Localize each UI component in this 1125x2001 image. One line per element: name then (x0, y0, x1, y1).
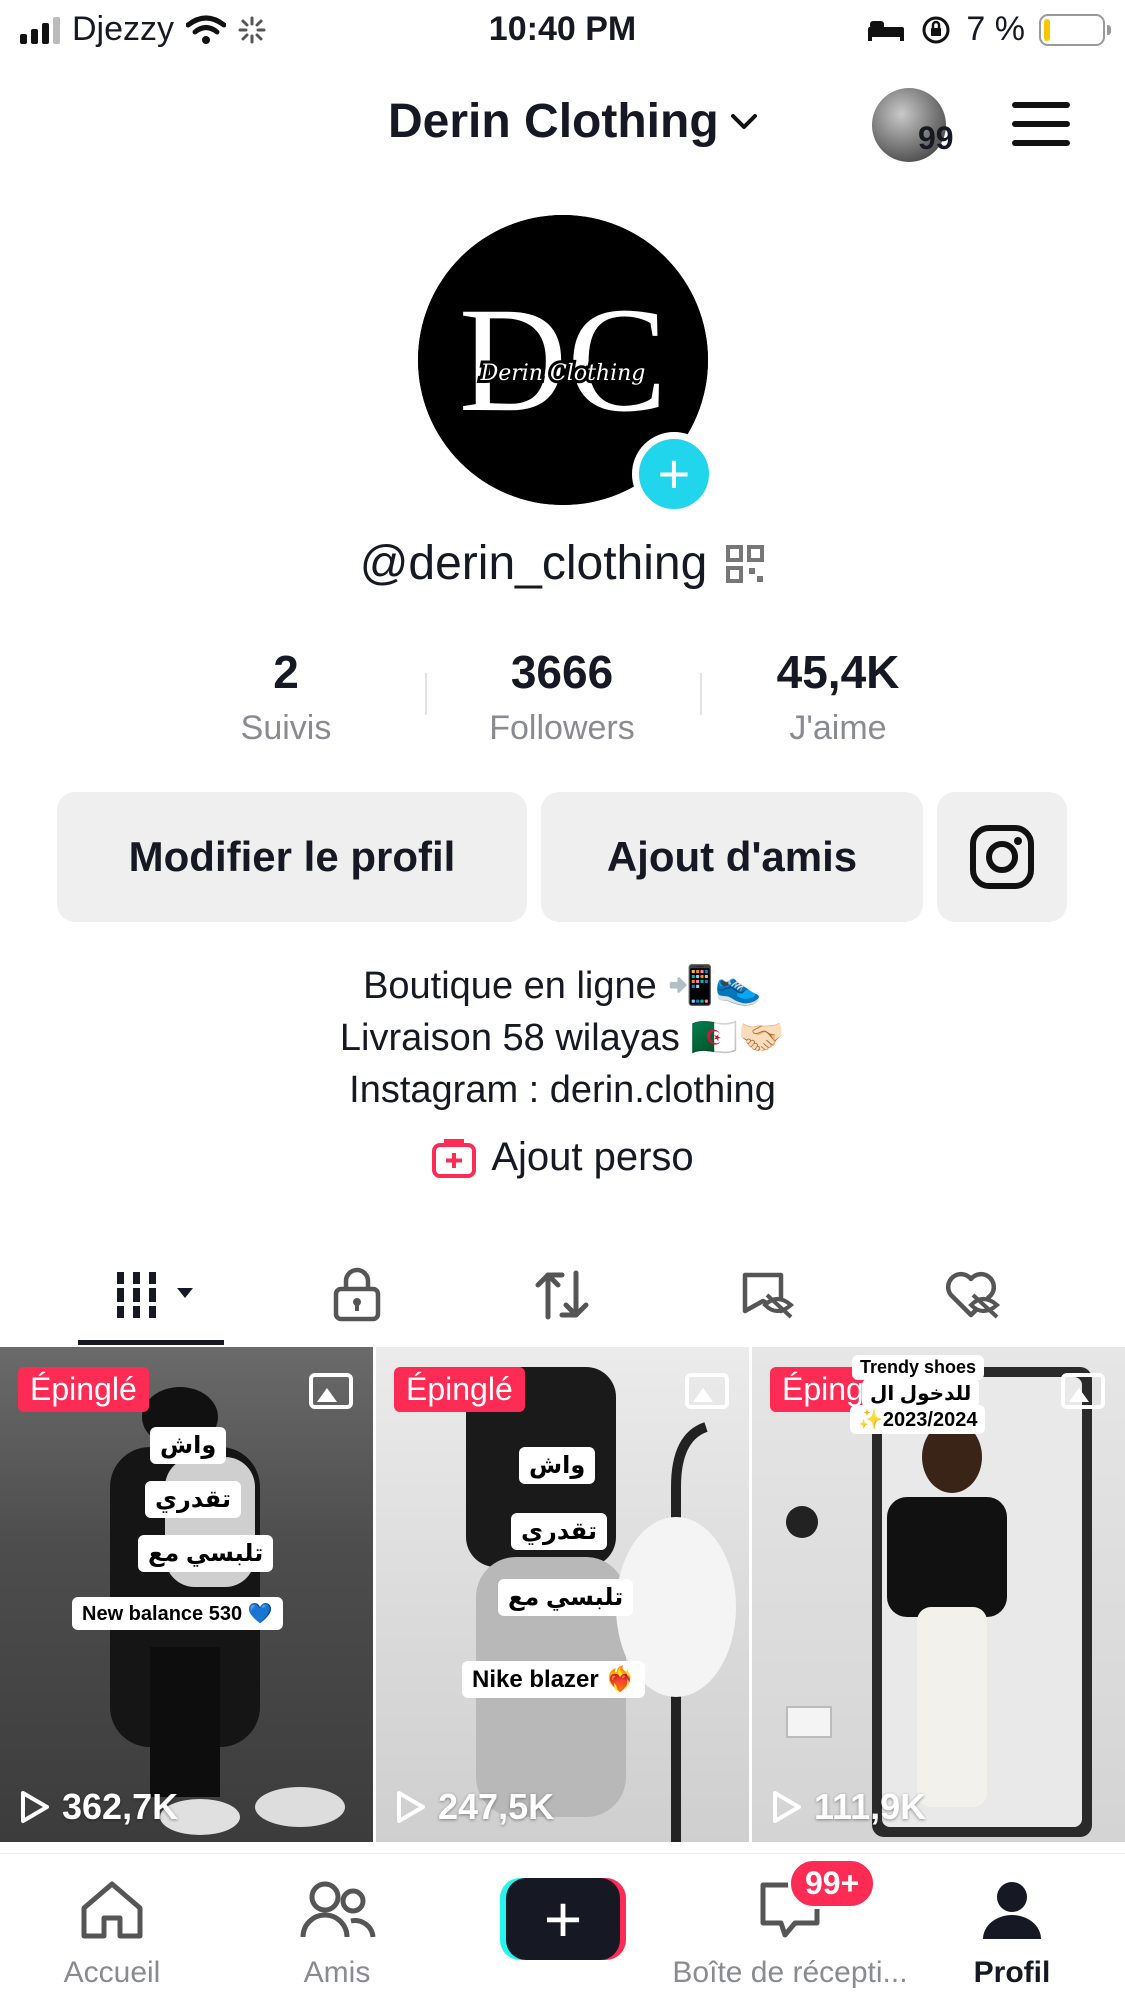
visitors-count: 99 (918, 120, 954, 156)
bottom-nav: Accueil Amis + Boîte de récepti... Profi… (0, 1853, 1125, 2001)
stat-divider (700, 673, 702, 715)
username: @derin_clothing (359, 537, 708, 590)
video-sticker: Trendy shoes (852, 1355, 985, 1380)
play-icon (773, 1791, 801, 1823)
tab-favorites[interactable] (697, 1255, 837, 1335)
video-sticker: تلبسي مع (138, 1535, 274, 1572)
tab-liked[interactable] (902, 1255, 1042, 1335)
video-grid: Épinglé واش تقدري تلبسي مع New balance 5… (0, 1347, 1125, 1842)
instagram-button[interactable] (937, 792, 1067, 922)
stats-row: 2 Suivis 3666 Followers 45,4K J'aime (0, 645, 1125, 755)
repost-icon (535, 1270, 589, 1320)
add-box-icon (432, 1138, 477, 1178)
friends-icon (300, 1881, 376, 1938)
stat-divider (425, 673, 427, 715)
view-count: 362,7K (18, 1786, 178, 1828)
nav-profile-label: Profil (973, 1956, 1051, 1989)
stat-likes-label: J'aime (789, 709, 887, 747)
grid-icon (117, 1272, 193, 1318)
avatar-script: Derin Clothing (480, 361, 646, 386)
battery-percent: 7 % (966, 10, 1025, 48)
account-switcher[interactable]: Derin Clothing (388, 94, 759, 149)
nav-friends[interactable]: Amis (237, 1874, 437, 1990)
qr-code-icon[interactable] (725, 544, 765, 584)
view-count: 247,5K (394, 1786, 554, 1828)
video-sticker: New balance 530 💙 (72, 1597, 283, 1630)
photo-icon (685, 1373, 729, 1409)
video-sticker: واش (150, 1427, 227, 1464)
sleep-icon (868, 20, 905, 41)
rotation-lock-icon (922, 16, 950, 43)
view-count-value: 111,9K (814, 1786, 927, 1827)
nav-inbox-label: Boîte de récepti... (672, 1956, 908, 1989)
nav-home[interactable]: Accueil (12, 1874, 212, 1990)
stat-following-label: Suivis (240, 709, 332, 747)
tab-private[interactable] (287, 1255, 427, 1335)
video-sticker: تقدري (145, 1481, 241, 1518)
instagram-icon (970, 825, 1034, 889)
status-bar: Djezzy 10:40 PM 7 % (0, 0, 1125, 62)
view-count: 111,9K (770, 1786, 926, 1828)
stat-followers-value: 3666 (510, 646, 614, 698)
chevron-down-icon (730, 113, 757, 129)
active-tab-indicator (78, 1340, 224, 1345)
stat-followers-label: Followers (489, 709, 635, 747)
profile-bio: Boutique en ligne 📲👟 Livraison 58 wilaya… (0, 960, 1125, 1116)
stat-likes-value: 45,4K (776, 646, 900, 698)
view-count-value: 362,7K (62, 1786, 179, 1827)
play-icon (397, 1791, 425, 1823)
bio-line: Livraison 58 wilayas 🇩🇿🤝🏻 (339, 1017, 786, 1059)
pinned-badge: Épinglé (18, 1367, 149, 1412)
battery-icon (1039, 13, 1111, 46)
bio-line: Instagram : derin.clothing (349, 1069, 776, 1111)
photo-icon (1061, 1373, 1105, 1409)
profile-header: Derin Clothing 99 (0, 80, 1125, 170)
hamburger-menu-icon[interactable] (1012, 102, 1070, 146)
home-icon (81, 1881, 143, 1939)
video-thumbnail[interactable]: Épinglé Trendy shoes للدخول ال ✨2023/202… (752, 1347, 1125, 1842)
account-name: Derin Clothing (388, 95, 719, 148)
nav-home-label: Accueil (63, 1956, 161, 1989)
pinned-badge: Épinglé (394, 1367, 525, 1412)
stat-likes[interactable]: 45,4K J'aime (708, 645, 968, 748)
video-thumbnail[interactable]: Épinglé واش تقدري تلبسي مع Nike blazer ❤… (376, 1347, 749, 1842)
video-sticker: للدخول ال (862, 1379, 980, 1408)
create-button[interactable]: + (500, 1878, 626, 1960)
photo-icon (309, 1373, 353, 1409)
avatar-monogram: DC (459, 277, 667, 443)
add-persona-label: Ajout perso (491, 1135, 694, 1179)
inbox-badge: 99+ (788, 1858, 877, 1909)
video-sticker: واش (519, 1447, 596, 1484)
video-thumbnail[interactable]: Épinglé واش تقدري تلبسي مع New balance 5… (0, 1347, 373, 1842)
add-avatar-button[interactable]: + (632, 432, 716, 516)
play-icon (21, 1791, 49, 1823)
edit-profile-button[interactable]: Modifier le profil (57, 792, 527, 922)
profile-icon (983, 1882, 1041, 1939)
view-count-value: 247,5K (438, 1786, 555, 1827)
lock-icon (333, 1267, 381, 1322)
stat-following[interactable]: 2 Suivis (156, 645, 416, 748)
heart-hidden-icon (945, 1271, 1001, 1319)
tab-videos[interactable] (82, 1255, 222, 1335)
video-sticker: تلبسي مع (498, 1579, 634, 1616)
bio-line: Boutique en ligne 📲👟 (363, 965, 762, 1007)
content-tabs (0, 1245, 1125, 1345)
bookmark-hidden-icon (742, 1272, 795, 1319)
stat-following-value: 2 (273, 646, 299, 698)
nav-friends-label: Amis (303, 1956, 371, 1989)
add-friends-button[interactable]: Ajout d'amis (541, 792, 923, 922)
video-sticker: ✨2023/2024 (850, 1405, 986, 1434)
username-row: @derin_clothing (0, 536, 1125, 591)
video-sticker: تقدري (511, 1513, 607, 1550)
nav-profile[interactable]: Profil (912, 1874, 1112, 1990)
add-persona-link[interactable]: Ajout perso (0, 1135, 1125, 1180)
stat-followers[interactable]: 3666 Followers (432, 645, 692, 748)
tab-reposts[interactable] (492, 1255, 632, 1335)
plus-icon: + (506, 1878, 620, 1960)
video-sticker: Nike blazer ❤️‍🔥 (462, 1661, 646, 1698)
